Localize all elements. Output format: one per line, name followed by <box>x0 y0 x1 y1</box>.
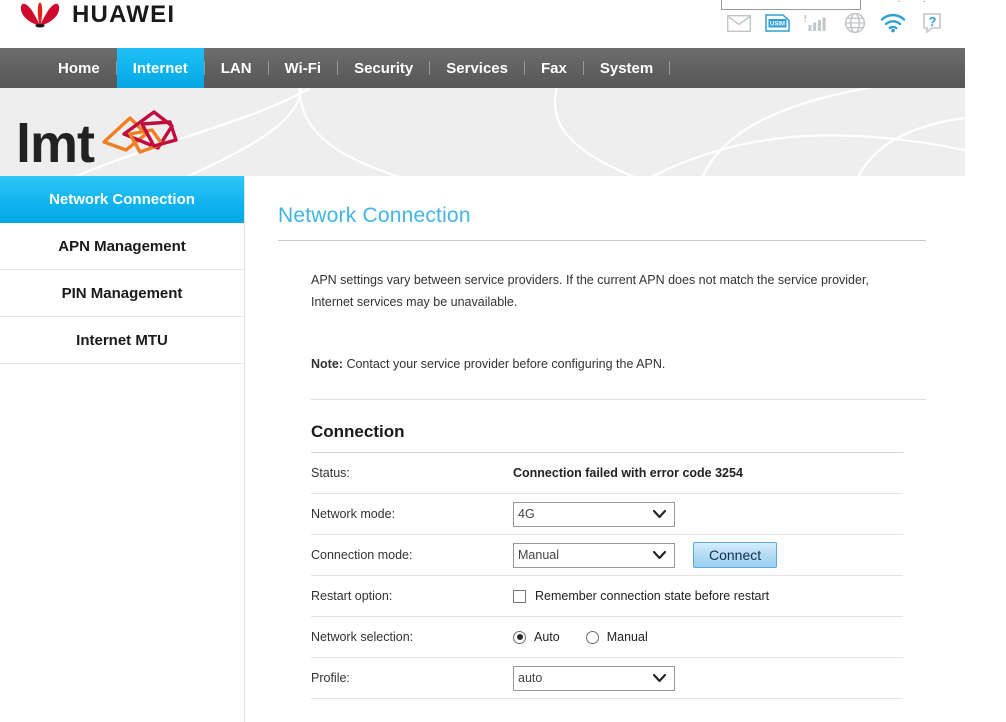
connect-button[interactable]: Connect <box>693 542 778 568</box>
network-selection-manual-radio[interactable] <box>585 630 599 644</box>
nav-separator <box>669 61 671 75</box>
nav-item-system[interactable]: System <box>584 48 669 88</box>
profile-select[interactable]: auto <box>513 665 675 691</box>
nav-item-lan[interactable]: LAN <box>205 48 268 88</box>
restart-checkbox-line[interactable]: Remember connection state before restart <box>513 589 769 603</box>
top-misc-glyphs: ·· <box>897 0 948 7</box>
huawei-brand-logo: HUAWEI <box>18 0 175 30</box>
network-selection-label: Network selection: <box>311 630 414 644</box>
nav-item-security[interactable]: Security <box>338 48 429 88</box>
network-mode-select[interactable]: 4G <box>513 501 675 527</box>
restart-option-label: Restart option: <box>311 589 393 603</box>
nav-item-wifi[interactable]: Wi-Fi <box>269 48 338 88</box>
svg-text:?: ? <box>929 14 937 29</box>
connection-mode-select[interactable]: Manual <box>513 542 675 568</box>
router-admin-page: HUAWEI ·· USIM ? Home Internet LAN Wi-Fi… <box>0 0 1006 722</box>
main-navigation: Home Internet LAN Wi-Fi Security Service… <box>0 48 965 88</box>
connection-section-title: Connection <box>311 422 405 441</box>
lmt-operator-logo: lmt <box>16 104 188 175</box>
note-body: Contact your service provider before con… <box>346 357 666 371</box>
remember-connection-label: Remember connection state before restart <box>535 589 770 603</box>
status-value: Connection failed with error code 3254 <box>513 466 743 480</box>
top-search-input[interactable] <box>721 0 861 10</box>
form-bottom-divider <box>311 698 903 699</box>
nav-item-internet[interactable]: Internet <box>116 48 204 88</box>
usim-icon[interactable]: USIM <box>765 14 790 37</box>
mail-icon[interactable] <box>726 14 752 37</box>
status-label: Status: <box>311 466 350 480</box>
help-icon[interactable]: ? <box>920 12 944 39</box>
top-bar: HUAWEI ·· USIM ? <box>0 0 1006 48</box>
note-label: Note: <box>311 357 343 371</box>
nav-item-services[interactable]: Services <box>430 48 524 88</box>
row-network-mode: Network mode: 4G <box>311 493 903 534</box>
row-status: Status: Connection failed with error cod… <box>311 452 903 493</box>
svg-text:USIM: USIM <box>770 22 785 28</box>
network-selection-radio-group: Auto Manual <box>513 630 648 644</box>
sidebar-item-network-connection[interactable]: Network Connection <box>0 176 244 223</box>
intro-text: APN settings vary between service provid… <box>311 273 869 309</box>
row-connection-mode: Connection mode: Manual Connect <box>311 534 903 575</box>
row-restart-option: Restart option: Remember connection stat… <box>311 575 903 616</box>
remember-connection-checkbox[interactable] <box>513 589 526 603</box>
wifi-icon <box>880 13 906 38</box>
huawei-wordmark: HUAWEI <box>72 1 176 28</box>
operator-banner: lmt <box>0 88 965 176</box>
connection-mode-select-wrap: Manual <box>513 542 675 568</box>
content-area: Network Connection APN Management PIN Ma… <box>0 176 1006 722</box>
connection-mode-label: Connection mode: <box>311 548 413 562</box>
sidebar-item-internet-mtu[interactable]: Internet MTU <box>0 317 244 364</box>
network-mode-label: Network mode: <box>311 507 396 521</box>
profile-select-wrap: auto <box>513 665 675 691</box>
main-panel: Network Connection APN settings vary bet… <box>245 176 1006 722</box>
status-icon-bar: USIM ? <box>726 12 944 39</box>
row-network-selection: Network selection: Auto Manual <box>311 616 903 657</box>
title-divider <box>278 240 926 241</box>
lmt-wordmark: lmt <box>16 114 95 175</box>
nav-item-home[interactable]: Home <box>42 48 116 88</box>
network-mode-select-wrap: 4G <box>513 501 675 527</box>
profile-label: Profile: <box>311 671 350 685</box>
sidebar-item-apn-management[interactable]: APN Management <box>0 223 244 270</box>
lmt-ribbon-icon <box>102 110 178 154</box>
sidebar-item-pin-management[interactable]: PIN Management <box>0 270 244 317</box>
note-text: Note: Contact your service provider befo… <box>311 357 966 371</box>
signal-bars-icon <box>804 14 830 37</box>
section-divider <box>311 399 926 400</box>
huawei-petal-logo-icon <box>20 2 60 28</box>
network-selection-auto-radio[interactable] <box>513 630 526 644</box>
page-title: Network Connection <box>278 204 471 227</box>
sidebar-menu: Network Connection APN Management PIN Ma… <box>0 176 245 722</box>
nav-item-fax[interactable]: Fax <box>525 48 583 88</box>
globe-icon <box>844 12 866 39</box>
connection-form: Status: Connection failed with error cod… <box>311 452 903 698</box>
network-selection-auto-label: Auto <box>534 630 560 644</box>
row-profile: Profile: auto <box>311 657 903 698</box>
network-selection-manual-label: Manual <box>606 630 648 644</box>
